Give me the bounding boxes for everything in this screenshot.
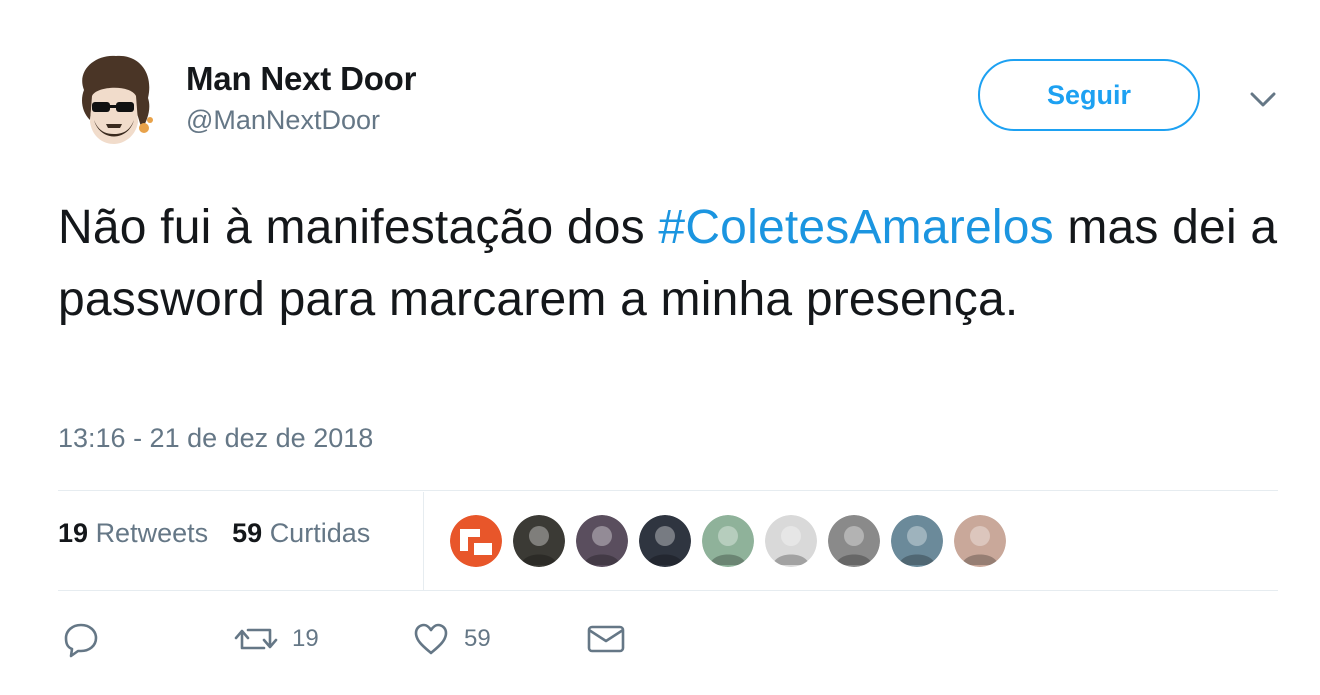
retweets-count: 19 — [58, 518, 89, 548]
likes-stat[interactable]: 59 Curtidas — [232, 518, 370, 549]
envelope-icon — [587, 625, 625, 653]
like-button[interactable]: 59 — [412, 620, 491, 658]
tweet-text: Não fui à manifestação dos #ColetesAmare… — [58, 192, 1303, 336]
liker-avatar-4[interactable] — [639, 515, 691, 567]
author-avatar[interactable] — [66, 50, 160, 150]
liker-avatar-3[interactable] — [576, 515, 628, 567]
reply-icon — [64, 623, 98, 658]
retweet-button[interactable]: 19 — [234, 620, 319, 658]
follow-button[interactable]: Seguir — [978, 59, 1200, 131]
heart-icon — [414, 623, 448, 655]
reply-button[interactable] — [62, 620, 100, 658]
divider — [58, 490, 1278, 491]
retweets-stat[interactable]: 19 Retweets — [58, 518, 208, 549]
retweets-label: Retweets — [95, 518, 209, 548]
stats-divider — [423, 492, 424, 590]
liker-avatar-5[interactable] — [702, 515, 754, 567]
liker-avatar-7[interactable] — [828, 515, 880, 567]
liker-avatar-8[interactable] — [891, 515, 943, 567]
liker-avatar-1[interactable] — [450, 515, 502, 567]
author-handle[interactable]: @ManNextDoor — [186, 105, 380, 136]
author-name[interactable]: Man Next Door — [186, 60, 416, 98]
tweet-text-part: Não fui à manifestação dos — [58, 201, 659, 254]
tweet-timestamp[interactable]: 13:16 - 21 de dez de 2018 — [58, 423, 373, 454]
divider — [58, 590, 1278, 591]
likers-list — [450, 515, 1017, 567]
retweet-icon — [234, 628, 278, 650]
hashtag-link[interactable]: #ColetesAmarelos — [658, 201, 1053, 254]
retweet-count: 19 — [292, 625, 319, 652]
author-avatar-image — [82, 55, 153, 144]
like-count: 59 — [464, 625, 491, 652]
liker-avatar-2[interactable] — [513, 515, 565, 567]
tweet-actions: 19 59 — [58, 620, 758, 664]
direct-message-button[interactable] — [586, 620, 626, 658]
likes-count: 59 — [232, 518, 263, 548]
chevron-down-icon[interactable] — [1248, 88, 1278, 112]
liker-avatar-6[interactable] — [765, 515, 817, 567]
tweet-stats: 19 Retweets 59 Curtidas — [58, 518, 370, 549]
liker-avatar-9[interactable] — [954, 515, 1006, 567]
likes-label: Curtidas — [269, 518, 371, 548]
